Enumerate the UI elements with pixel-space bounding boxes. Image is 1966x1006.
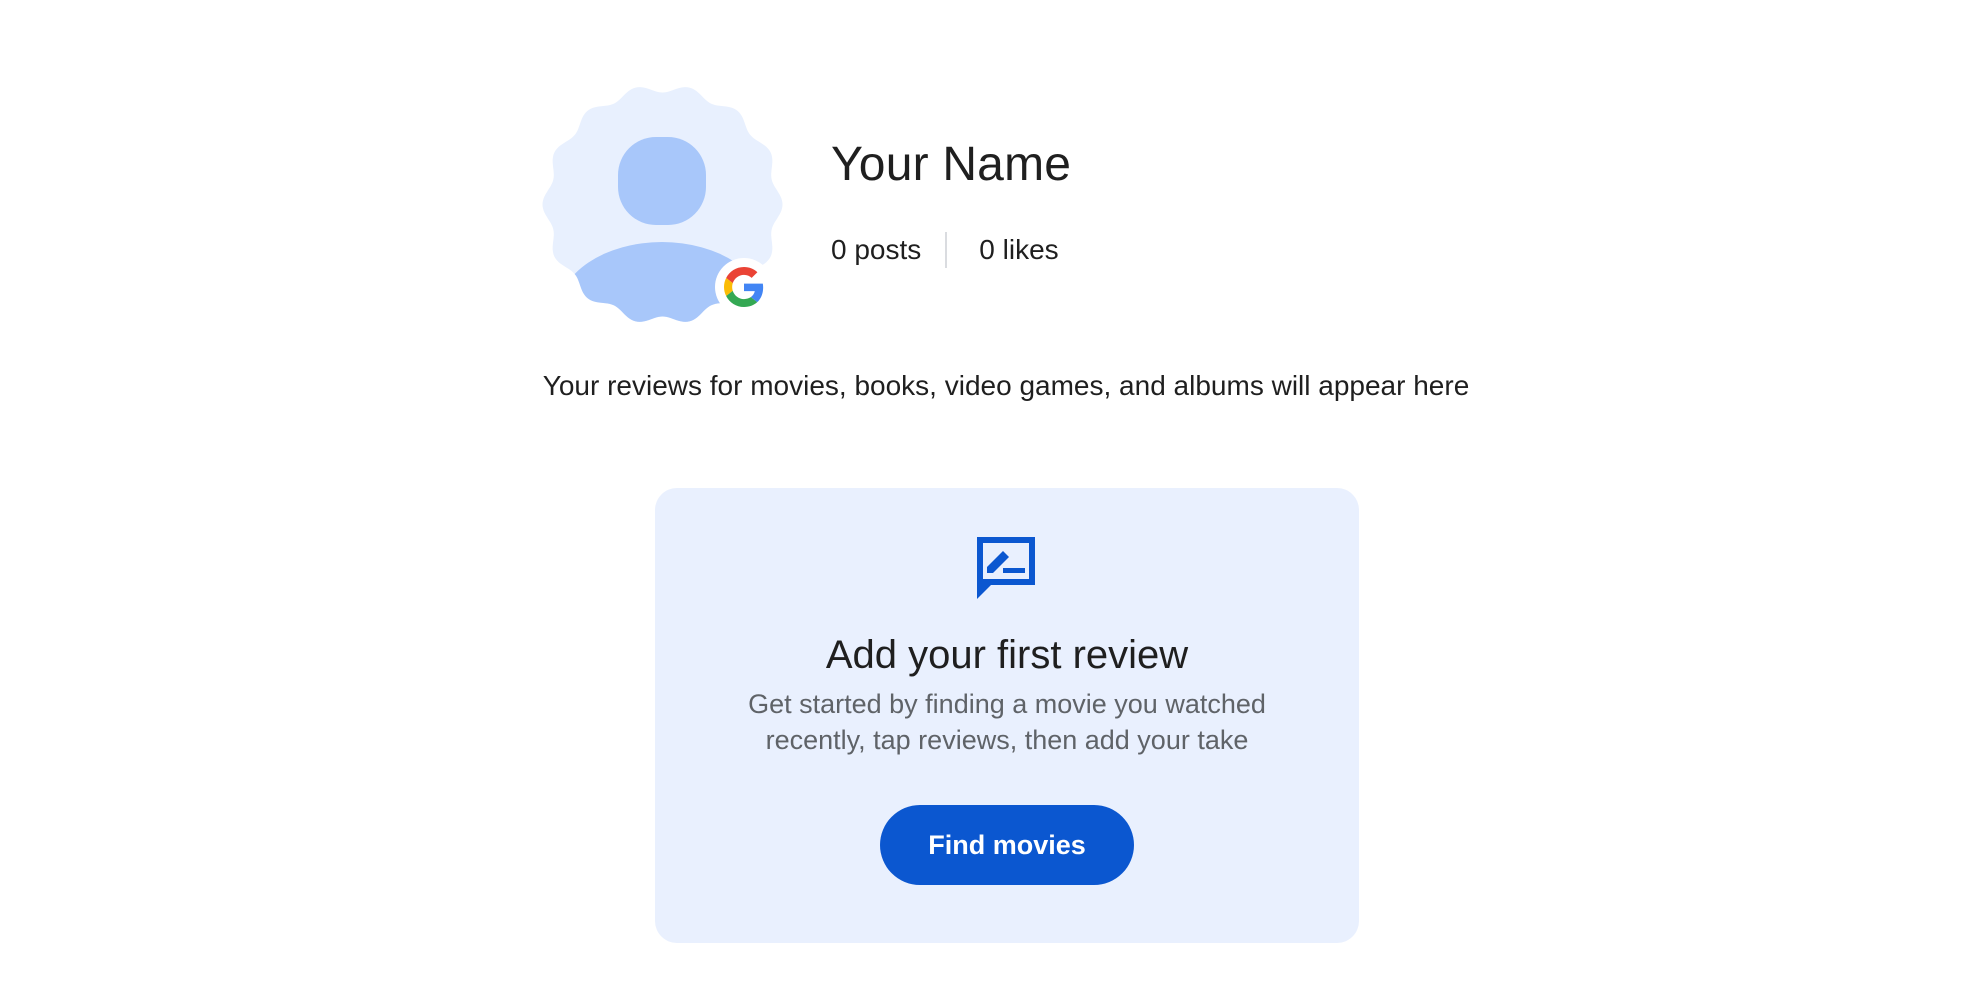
find-movies-button[interactable]: Find movies [880, 805, 1134, 885]
profile-page: Your Name 0 posts 0 likes Your reviews f… [0, 0, 1966, 1006]
profile-stats: 0 posts 0 likes [831, 230, 1059, 270]
profile-name: Your Name [831, 138, 1072, 191]
google-badge [715, 258, 773, 316]
likes-count: 0 likes [979, 234, 1059, 265]
rate-review-icon [977, 537, 1035, 599]
empty-state-card: Add your first review Get started by fin… [655, 488, 1359, 943]
reviews-subtitle: Your reviews for movies, books, video ga… [542, 370, 1470, 401]
empty-state-description: Get started by finding a movie you watch… [748, 689, 1266, 755]
stats-divider [945, 232, 948, 268]
google-g-icon [724, 267, 764, 307]
empty-state-title: Add your first review [825, 633, 1189, 677]
posts-count: 0 posts [831, 234, 922, 265]
